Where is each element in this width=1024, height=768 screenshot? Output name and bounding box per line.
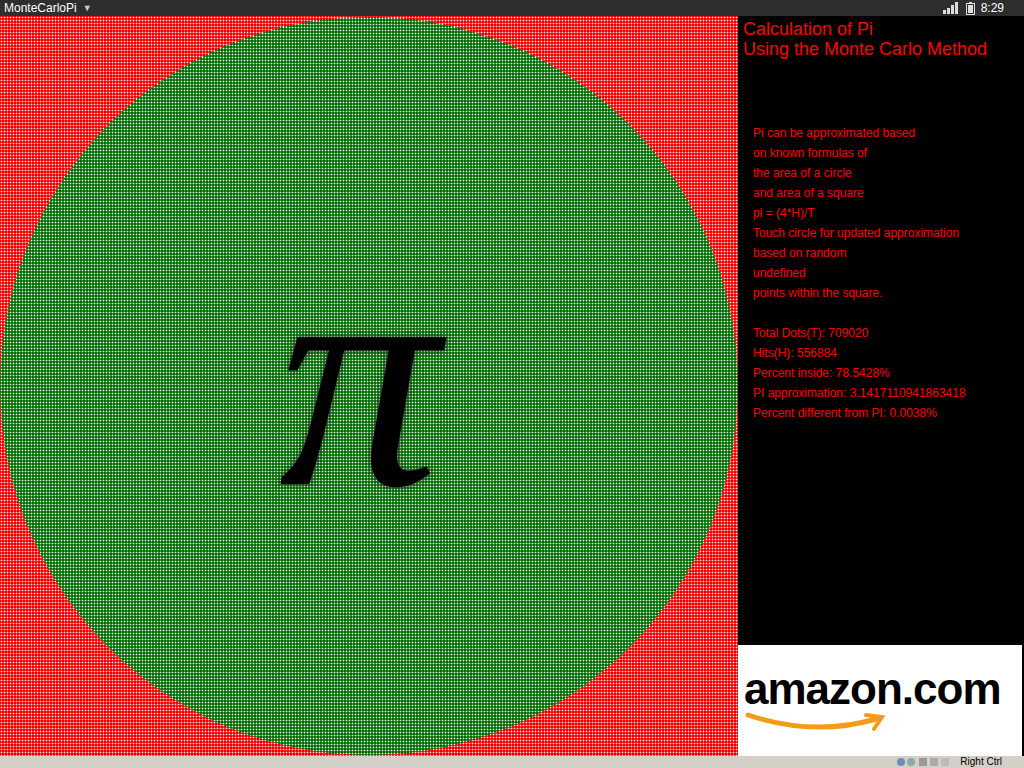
description-line: Pi can be approximated based (753, 123, 1024, 143)
smile-arrow-icon (744, 711, 894, 735)
description-line: Touch circle for updated approximation (753, 223, 1024, 243)
description-line: undefined (753, 263, 1024, 283)
stat-line: Percent inside: 78.5428% (753, 363, 1024, 383)
panel-title: Calculation of PiUsing the Monte Carlo M… (738, 16, 1024, 59)
app-title-group[interactable]: MonteCarloPi ▼ (4, 0, 92, 16)
ad-logo-text: amazon.com (744, 667, 1001, 711)
stats: Total Dots(T): 709020Hits(H): 556884Perc… (738, 323, 1024, 423)
description-line: based on random (753, 243, 1024, 263)
description-line: points within the square. (753, 283, 1024, 303)
description: Pi can be approximated basedon known for… (738, 123, 1024, 303)
stat-line: Total Dots(T): 709020 (753, 323, 1024, 343)
description-line: pi = (4*H)/T (753, 203, 1024, 223)
clock: 8:29 (981, 0, 1004, 16)
amazon-ad[interactable]: amazon.com (738, 645, 1022, 756)
status-icons: 8:29 (942, 0, 1020, 16)
circle[interactable]: π (0, 17, 738, 755)
info-panel: Calculation of PiUsing the Monte Carlo M… (738, 16, 1024, 756)
host-bar: Right Ctrl (0, 756, 1024, 768)
title-line: Calculation of Pi (743, 19, 1024, 39)
stat-line: PI approximation: 3.1417110941863418 (753, 383, 1024, 403)
stat-line: Hits(H): 556884 (753, 343, 1024, 363)
title-line: Using the Monte Carlo Method (743, 39, 1024, 59)
description-line: the area of a circle (753, 163, 1024, 183)
dropdown-icon[interactable]: ▼ (83, 0, 92, 16)
app-title: MonteCarloPi (4, 0, 77, 16)
description-line: and area of a square (753, 183, 1024, 203)
tray-icon (896, 757, 956, 767)
spacer (738, 423, 1024, 645)
battery-icon (966, 2, 975, 15)
description-line: on known formulas of (753, 143, 1024, 163)
status-bar: MonteCarloPi ▼ 8:29 (0, 0, 1024, 16)
main-area: π Calculation of PiUsing the Monte Carlo … (0, 16, 1024, 756)
monte-carlo-canvas[interactable]: π (0, 16, 738, 756)
signal-icon (942, 2, 960, 14)
pi-symbol: π (279, 216, 459, 556)
host-key: Right Ctrl (960, 756, 1002, 768)
stat-line: Percent different from PI: 0.0038% (753, 403, 1024, 423)
